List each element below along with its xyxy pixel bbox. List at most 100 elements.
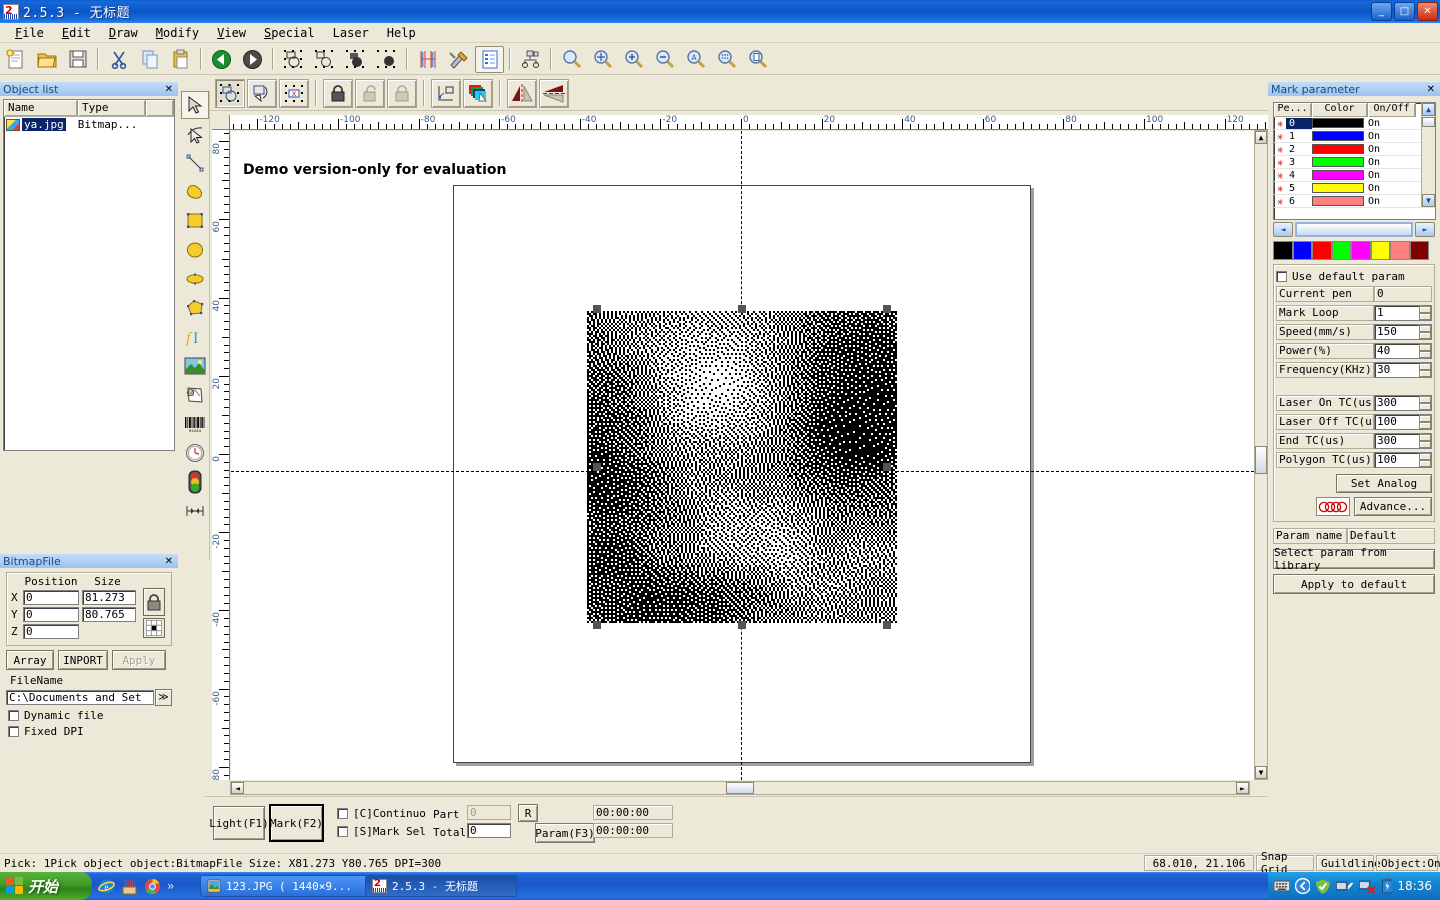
- dynamic-file-row[interactable]: Dynamic file: [8, 709, 178, 722]
- position-y-input[interactable]: 0: [23, 607, 79, 622]
- spinner-icon[interactable]: [1419, 415, 1431, 429]
- show-hidden-icon[interactable]: [1294, 878, 1311, 894]
- handle-top-center[interactable]: [738, 305, 746, 313]
- param-button[interactable]: Param(F3): [535, 823, 595, 843]
- polygon-tool-icon[interactable]: [181, 294, 209, 322]
- zoom-all-icon[interactable]: A: [681, 46, 710, 73]
- pen-color-swatch[interactable]: [1312, 157, 1364, 167]
- spinner-icon[interactable]: [1419, 306, 1431, 320]
- size-x-input[interactable]: 81.273: [82, 590, 136, 605]
- use-default-checkbox[interactable]: [1276, 271, 1287, 282]
- snap-grid-status[interactable]: Snap Grid: [1256, 850, 1314, 876]
- maximize-button[interactable]: □: [1394, 2, 1415, 21]
- spinner-icon[interactable]: [1419, 325, 1431, 339]
- pen-list-vscroll[interactable]: ▲ ▼: [1421, 103, 1435, 207]
- pen-color-swatch[interactable]: [1312, 183, 1364, 193]
- mirror-horizontal-icon[interactable]: [507, 78, 537, 108]
- use-default-row[interactable]: Use default param: [1276, 270, 1432, 283]
- continuous-checkbox[interactable]: [337, 808, 348, 819]
- light-button[interactable]: Light(F1): [209, 806, 269, 840]
- new-file-icon[interactable]: [1, 46, 30, 73]
- horizontal-scrollbar[interactable]: ◄ ►: [230, 781, 1250, 795]
- position-x-input[interactable]: 0: [23, 590, 79, 605]
- pointer-tool-icon[interactable]: [181, 91, 209, 119]
- pen-onoff-state[interactable]: On: [1368, 131, 1380, 142]
- object-list-box[interactable]: Name Type ya.jpg Bitmap...: [3, 99, 175, 451]
- laser-off-tc-us-input[interactable]: 100: [1374, 414, 1432, 430]
- bitmap-panel-close-icon[interactable]: ✕: [165, 556, 175, 567]
- vertical-scroll-thumb[interactable]: [1255, 446, 1267, 474]
- set-analog-button[interactable]: Set Analog: [1336, 474, 1432, 493]
- column-blank[interactable]: [146, 100, 174, 116]
- scroll-up-icon[interactable]: ▲: [1255, 131, 1267, 144]
- handle-bottom-center[interactable]: [738, 621, 746, 629]
- combine-icon[interactable]: [341, 46, 370, 73]
- pen-column-header[interactable]: Pe...: [1274, 103, 1312, 117]
- pen-color-swatch[interactable]: [1312, 131, 1364, 141]
- vector-file-tool-icon[interactable]: [181, 381, 209, 409]
- palette-swatch[interactable]: [1351, 241, 1371, 260]
- paste-icon[interactable]: [166, 46, 195, 73]
- undo-icon[interactable]: [207, 46, 236, 73]
- unlock-icon[interactable]: [355, 78, 385, 108]
- column-type[interactable]: Type: [78, 100, 146, 116]
- pen-hscroll-thumb[interactable]: [1296, 223, 1412, 236]
- pen-onoff-state[interactable]: On: [1368, 118, 1380, 129]
- start-button[interactable]: 开始: [0, 872, 92, 900]
- pen-onoff-state[interactable]: On: [1368, 144, 1380, 155]
- advance-button[interactable]: Advance...: [1354, 497, 1432, 516]
- palette-swatch[interactable]: [1370, 241, 1390, 260]
- handle-bottom-right[interactable]: [883, 621, 891, 629]
- position-z-input[interactable]: 0: [23, 624, 79, 639]
- handle-top-right[interactable]: [883, 305, 891, 313]
- circle-tool-icon[interactable]: [181, 236, 209, 264]
- node-edit-icon[interactable]: [516, 46, 545, 73]
- line-tool-icon[interactable]: [181, 149, 209, 177]
- pen-row[interactable]: ✳ 4 On: [1274, 169, 1435, 182]
- end-tc-us-input[interactable]: 300: [1374, 433, 1432, 449]
- group-icon[interactable]: [279, 46, 308, 73]
- column-name[interactable]: Name: [4, 100, 78, 116]
- cut-icon[interactable]: [104, 46, 133, 73]
- zoom-selected-icon[interactable]: [712, 46, 741, 73]
- ellipse-tool-icon[interactable]: [181, 265, 209, 293]
- layers-icon[interactable]: [463, 78, 493, 108]
- horizontal-ruler[interactable]: -120 -100 -80 -60 -40 -20 0 20 40 60 80 100 120: [230, 115, 1268, 130]
- bitmap-object[interactable]: [587, 311, 897, 623]
- frequency-khz-input[interactable]: 30: [1374, 362, 1432, 378]
- filename-input[interactable]: C:\Documents and Set: [6, 690, 154, 705]
- laser-on-tc-us-input[interactable]: 300: [1374, 395, 1432, 411]
- palette-swatch[interactable]: [1331, 241, 1351, 260]
- total-input[interactable]: 0: [467, 823, 511, 838]
- spinner-icon[interactable]: [1419, 363, 1431, 377]
- apply-to-default-button[interactable]: Apply to default: [1273, 574, 1435, 594]
- pen-color-swatch[interactable]: [1312, 118, 1364, 128]
- timer-tool-icon[interactable]: [181, 439, 209, 467]
- continuous-row[interactable]: [C]Continuo: [337, 807, 426, 820]
- pen-onoff-state[interactable]: On: [1368, 183, 1380, 194]
- menu-laser[interactable]: Laser: [324, 24, 378, 42]
- menu-modify[interactable]: Modify: [147, 24, 208, 42]
- input-port-tool-icon[interactable]: [181, 497, 209, 525]
- apply-button[interactable]: Apply: [112, 650, 166, 670]
- chrome-icon[interactable]: [144, 878, 161, 895]
- pen-row[interactable]: ✳ 6 On: [1274, 195, 1435, 208]
- zoom-out-icon[interactable]: [650, 46, 679, 73]
- open-file-icon[interactable]: [32, 46, 61, 73]
- guildline-status[interactable]: Guildline: [1316, 855, 1381, 871]
- close-button[interactable]: ✕: [1417, 2, 1438, 21]
- scroll-down-icon[interactable]: ▼: [1255, 766, 1267, 779]
- menu-special[interactable]: Special: [255, 24, 324, 42]
- drawing-canvas[interactable]: Demo version-only for evaluation: [231, 131, 1254, 780]
- menu-view[interactable]: View: [208, 24, 255, 42]
- minimize-button[interactable]: _: [1371, 2, 1392, 21]
- fixed-dpi-row[interactable]: Fixed DPI: [8, 725, 178, 738]
- dynamic-file-checkbox[interactable]: [8, 710, 19, 721]
- zoom-page-icon[interactable]: [743, 46, 772, 73]
- battery-icon[interactable]: [1381, 878, 1393, 894]
- vertical-ruler[interactable]: -80 -60 -40 -20 0 20 40 60 80: [212, 130, 230, 780]
- lock-icon[interactable]: [143, 588, 165, 616]
- shield-icon[interactable]: [1315, 878, 1331, 894]
- text-tool-icon[interactable]: fI: [181, 323, 209, 351]
- pen-list-hscroll[interactable]: ◄ ►: [1273, 222, 1435, 237]
